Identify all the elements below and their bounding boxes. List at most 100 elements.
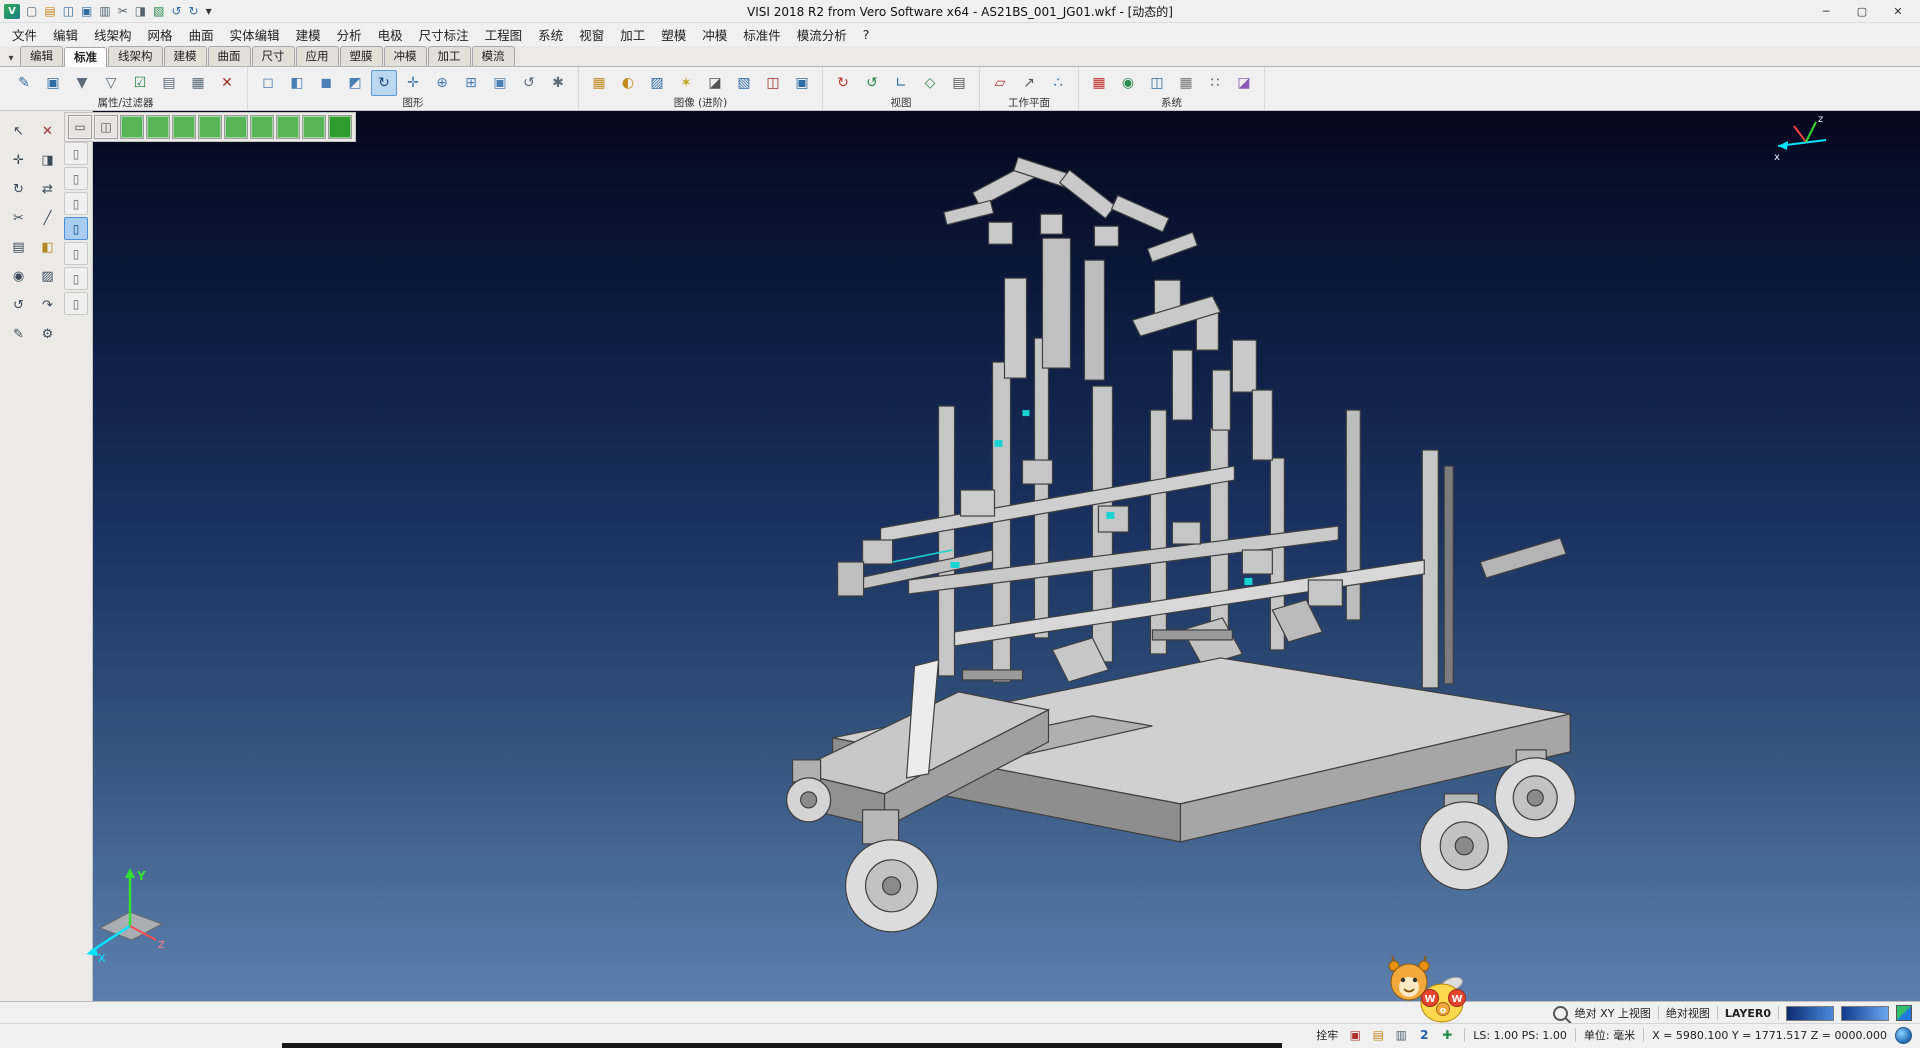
viewport-single-icon[interactable]: ▭ xyxy=(68,115,92,139)
measure-icon[interactable]: ╱ xyxy=(33,205,62,231)
view-cube-iso-icon[interactable] xyxy=(120,115,144,139)
previous-view-icon[interactable]: ↺ xyxy=(516,70,542,96)
view-cube-top-icon[interactable] xyxy=(146,115,170,139)
viewport[interactable] xyxy=(93,110,1920,1001)
tab[interactable]: 标准 xyxy=(64,47,107,67)
menu-item[interactable]: 文件 xyxy=(4,22,45,47)
view-iso-icon[interactable]: ◇ xyxy=(917,70,943,96)
shaded-view-icon[interactable]: ◼ xyxy=(313,70,339,96)
menu-item[interactable]: 分析 xyxy=(329,22,370,47)
menu-item[interactable]: 建模 xyxy=(288,22,329,47)
snap-lock-toggle[interactable]: 拴牢 xyxy=(1316,1027,1338,1043)
color-table-icon[interactable]: ▦ xyxy=(1086,70,1112,96)
light-icon[interactable]: ✶ xyxy=(673,70,699,96)
view-cube-right-icon[interactable] xyxy=(198,115,222,139)
section-view-icon[interactable]: ◫ xyxy=(760,70,786,96)
open-file-icon[interactable]: ▤ xyxy=(44,3,55,19)
new-document-icon[interactable]: ▢ xyxy=(26,3,37,19)
workplane-3pt-icon[interactable]: ∴ xyxy=(1045,70,1071,96)
cad-model-canvas[interactable] xyxy=(93,110,1920,1001)
color-icon[interactable]: ◧ xyxy=(33,234,62,260)
menu-item[interactable]: 曲面 xyxy=(181,22,222,47)
maximize-button[interactable]: ▢ xyxy=(1844,1,1880,22)
perspective-icon[interactable]: ◪ xyxy=(1231,70,1257,96)
delete-icon[interactable]: ✕ xyxy=(33,118,62,144)
attribute-edit-icon[interactable]: ✎ xyxy=(11,70,37,96)
move-icon[interactable]: ✛ xyxy=(4,147,33,173)
redo-icon[interactable]: ↻ xyxy=(189,3,199,19)
globe-icon[interactable] xyxy=(1895,1027,1912,1044)
zoom-indicator-icon[interactable] xyxy=(1553,1006,1568,1021)
close-button[interactable]: ✕ xyxy=(1880,1,1916,22)
tab[interactable]: 尺寸 xyxy=(252,46,295,66)
clipboard-filter-6-icon[interactable]: ▯ xyxy=(64,267,88,290)
status-units[interactable]: 单位: 毫米 xyxy=(1584,1027,1635,1043)
menu-item[interactable]: 系统 xyxy=(530,22,571,47)
menu-item[interactable]: 加工 xyxy=(612,22,653,47)
shadow-icon[interactable]: ◪ xyxy=(702,70,728,96)
layer-color-swatch-2[interactable] xyxy=(1841,1006,1889,1021)
status-layer[interactable]: LAYER0 xyxy=(1725,1007,1771,1020)
trim-icon[interactable]: ✂ xyxy=(4,205,33,231)
workplane-align-icon[interactable]: ↗ xyxy=(1016,70,1042,96)
info-icon[interactable]: ✚ xyxy=(1438,1027,1456,1043)
help-2-icon[interactable]: 2 xyxy=(1415,1027,1433,1043)
snap-toggle-icon[interactable]: ▣ xyxy=(1346,1027,1364,1043)
annotate-icon[interactable]: ✎ xyxy=(4,321,33,347)
status-view-mode[interactable]: 绝对 XY 上视图 xyxy=(1575,1005,1651,1021)
a-badge-icon[interactable]: A xyxy=(1435,1006,1450,1021)
hidden-line-view-icon[interactable]: ◧ xyxy=(284,70,310,96)
zoom-window-icon[interactable]: ⊞ xyxy=(458,70,484,96)
display-window-icon[interactable]: ◫ xyxy=(1144,70,1170,96)
rotate-icon[interactable]: ↻ xyxy=(4,176,33,202)
clipboard-filter-2-icon[interactable]: ▯ xyxy=(64,167,88,190)
pan-view-icon[interactable]: ✛ xyxy=(400,70,426,96)
clipboard-filter-3-icon[interactable]: ▯ xyxy=(64,192,88,215)
menu-item[interactable]: 冲模 xyxy=(694,22,735,47)
quick-filter-icon[interactable]: ▽ xyxy=(98,70,124,96)
tab[interactable]: 编辑 xyxy=(20,46,63,66)
view-rotate-y-icon[interactable]: ↺ xyxy=(859,70,885,96)
grid-icon[interactable]: ▦ xyxy=(1173,70,1199,96)
mirror-icon[interactable]: ⇄ xyxy=(33,176,62,202)
save-icon[interactable]: ◫ xyxy=(63,3,74,19)
tab[interactable]: 应用 xyxy=(296,46,339,66)
menu-item[interactable]: 模流分析 xyxy=(789,22,855,47)
render-mode-icon[interactable]: ▦ xyxy=(586,70,612,96)
layers-icon[interactable]: ▤ xyxy=(4,234,33,260)
tab[interactable]: 加工 xyxy=(428,46,471,66)
color-mode-icon[interactable] xyxy=(1896,1005,1912,1021)
tab[interactable]: 建模 xyxy=(164,46,207,66)
menu-item[interactable]: 网格 xyxy=(140,22,181,47)
minimize-button[interactable]: ─ xyxy=(1808,1,1844,22)
copy-icon[interactable]: ◨ xyxy=(33,147,62,173)
tab[interactable]: 模流 xyxy=(472,46,515,66)
undo-icon[interactable]: ↺ xyxy=(4,292,33,318)
filter-icon[interactable]: ▼ xyxy=(69,70,95,96)
zoom-fit-icon[interactable]: ▣ xyxy=(487,70,513,96)
erase-icon[interactable]: ▨ xyxy=(33,263,62,289)
print-icon[interactable]: ▥ xyxy=(1392,1027,1410,1043)
view-normal-icon[interactable]: ∟ xyxy=(888,70,914,96)
shaded-edge-view-icon[interactable]: ◩ xyxy=(342,70,368,96)
settings-icon[interactable]: ⚙ xyxy=(33,321,62,347)
menu-item[interactable]: 尺寸标注 xyxy=(411,22,477,47)
redo-icon[interactable]: ↷ xyxy=(33,292,62,318)
tab[interactable]: 冲模 xyxy=(384,46,427,66)
print-icon[interactable]: ▥ xyxy=(99,3,110,19)
save-all-icon[interactable]: ▣ xyxy=(81,3,92,19)
clipboard-filter-4-icon[interactable]: ▯ xyxy=(64,217,88,240)
layer-color-swatch-1[interactable] xyxy=(1786,1006,1834,1021)
viewport-multi-icon[interactable]: ◫ xyxy=(94,115,118,139)
view-cube-front-icon[interactable] xyxy=(172,115,196,139)
visibility-icon[interactable]: ◉ xyxy=(4,263,33,289)
tab-overflow-button[interactable]: ▾ xyxy=(2,53,20,66)
menu-item[interactable]: 视窗 xyxy=(571,22,612,47)
attribute-copy-icon[interactable]: ▣ xyxy=(40,70,66,96)
menu-item[interactable]: 实体编辑 xyxy=(222,22,288,47)
redraw-icon[interactable]: ✱ xyxy=(545,70,571,96)
snapshot-icon[interactable]: ▣ xyxy=(789,70,815,96)
dynamic-rotate-icon[interactable]: ↻ xyxy=(371,70,397,96)
qat-dropdown-icon[interactable]: ▾ xyxy=(206,3,212,19)
menu-item[interactable]: ? xyxy=(855,24,878,45)
